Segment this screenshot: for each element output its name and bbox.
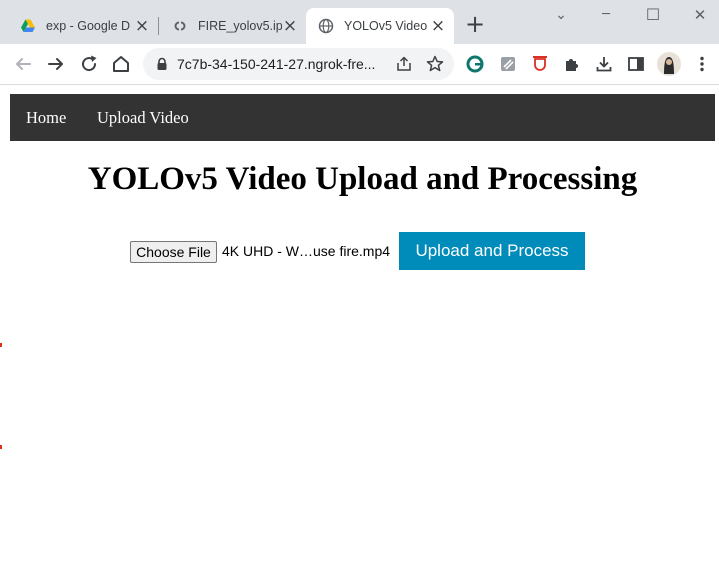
- choose-file-button[interactable]: Choose File: [130, 241, 217, 263]
- close-tab-icon[interactable]: ×: [430, 18, 446, 35]
- colab-icon: [174, 21, 186, 31]
- download-icon[interactable]: [594, 54, 614, 74]
- lock-icon[interactable]: [155, 57, 169, 71]
- url-text[interactable]: 7c7b-34-150-241-27.ngrok-fre...: [177, 56, 375, 72]
- close-tab-icon[interactable]: ×: [282, 18, 298, 35]
- tab-strip: exp - Google D × FIRE_yolov5.ipy × YOLOv…: [0, 0, 719, 44]
- tab-label: FIRE_yolov5.ipy: [198, 19, 282, 33]
- tab-label: exp - Google D: [46, 19, 130, 33]
- share-icon[interactable]: [395, 55, 413, 73]
- side-panel-icon[interactable]: [626, 54, 646, 74]
- globe-icon: [318, 18, 334, 34]
- reload-icon[interactable]: [77, 52, 101, 76]
- more-menu-icon[interactable]: [692, 54, 712, 74]
- profile-avatar[interactable]: [657, 52, 681, 76]
- page-viewport: Home Upload Video YOLOv5 Video Upload an…: [0, 85, 719, 573]
- close-tab-icon[interactable]: ×: [134, 18, 150, 35]
- tab-google-drive[interactable]: exp - Google D ×: [8, 8, 158, 44]
- bookmark-star-icon[interactable]: [425, 54, 445, 74]
- maximize-button[interactable]: ☐: [638, 4, 668, 26]
- grammarly-icon[interactable]: [465, 54, 485, 74]
- minimize-button[interactable]: ─: [591, 4, 621, 26]
- google-drive-icon: [21, 19, 35, 32]
- site-navbar: Home Upload Video: [10, 94, 715, 141]
- nav-link-home[interactable]: Home: [26, 108, 66, 128]
- nav-link-upload-video[interactable]: Upload Video: [97, 108, 189, 128]
- home-icon[interactable]: [109, 52, 133, 76]
- forward-icon[interactable]: [44, 52, 68, 76]
- close-window-button[interactable]: ✕: [685, 4, 715, 26]
- tab-label: YOLOv5 Video: [344, 19, 428, 33]
- tab-separator: [158, 17, 159, 35]
- tab-colab-notebook[interactable]: FIRE_yolov5.ipy ×: [160, 8, 306, 44]
- selected-file-name: 4K UHD - W…use fire.mp4: [222, 243, 391, 259]
- tab-yolov5-video[interactable]: YOLOv5 Video ×: [306, 8, 454, 44]
- address-bar[interactable]: 7c7b-34-150-241-27.ngrok-fre...: [143, 48, 454, 80]
- new-tab-button[interactable]: +: [463, 12, 487, 37]
- page-edge-mark: [0, 343, 2, 347]
- page-title: YOLOv5 Video Upload and Processing: [87, 161, 638, 197]
- puzzle-extensions-icon[interactable]: [562, 54, 582, 74]
- shield-extension-icon[interactable]: [530, 54, 550, 74]
- browser-toolbar: 7c7b-34-150-241-27.ngrok-fre...: [0, 44, 719, 84]
- notes-extension-icon[interactable]: [498, 54, 518, 74]
- page-edge-mark: [0, 445, 2, 449]
- back-icon[interactable]: [11, 52, 35, 76]
- upload-and-process-button[interactable]: Upload and Process: [399, 232, 585, 270]
- tab-search-icon[interactable]: ⌄: [546, 4, 576, 26]
